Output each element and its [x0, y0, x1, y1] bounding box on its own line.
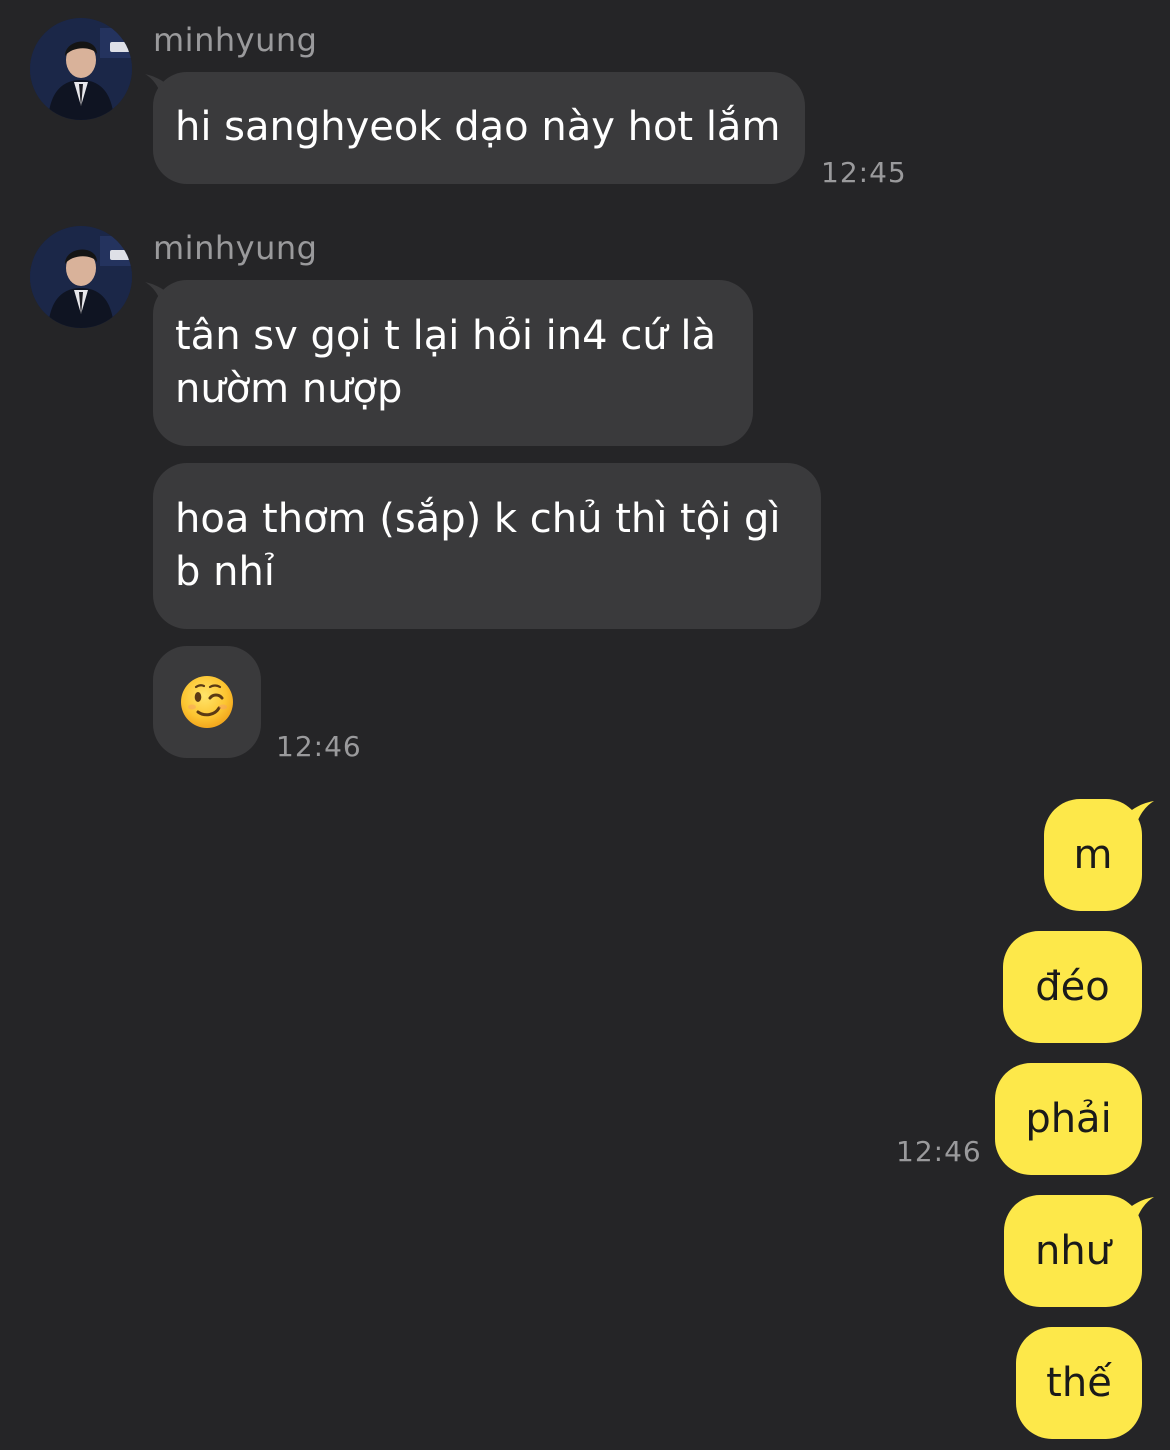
- message-timestamp: 12:46: [276, 730, 362, 763]
- incoming-emoji-message[interactable]: [153, 646, 261, 758]
- incoming-message[interactable]: hi sanghyeok dạo này hot lắm: [153, 72, 805, 184]
- outgoing-message[interactable]: m: [1044, 799, 1142, 911]
- outgoing-message[interactable]: đéo: [1003, 931, 1142, 1043]
- outgoing-message[interactable]: thế: [1016, 1327, 1142, 1439]
- sender-name: minhyung: [153, 229, 318, 267]
- contact-avatar[interactable]: [30, 226, 132, 328]
- winking-face-icon: [181, 676, 233, 728]
- message-timestamp: 12:45: [821, 156, 907, 189]
- contact-avatar[interactable]: [30, 18, 132, 120]
- outgoing-message[interactable]: phải: [995, 1063, 1142, 1175]
- incoming-message[interactable]: tân sv gọi t lại hỏi in4 cứ là nườm nượp: [153, 280, 753, 446]
- outgoing-message[interactable]: như: [1004, 1195, 1142, 1307]
- message-timestamp: 12:46: [896, 1135, 982, 1168]
- sender-name: minhyung: [153, 21, 318, 59]
- incoming-message[interactable]: hoa thơm (sắp) k chủ thì tội gì b nhỉ: [153, 463, 821, 629]
